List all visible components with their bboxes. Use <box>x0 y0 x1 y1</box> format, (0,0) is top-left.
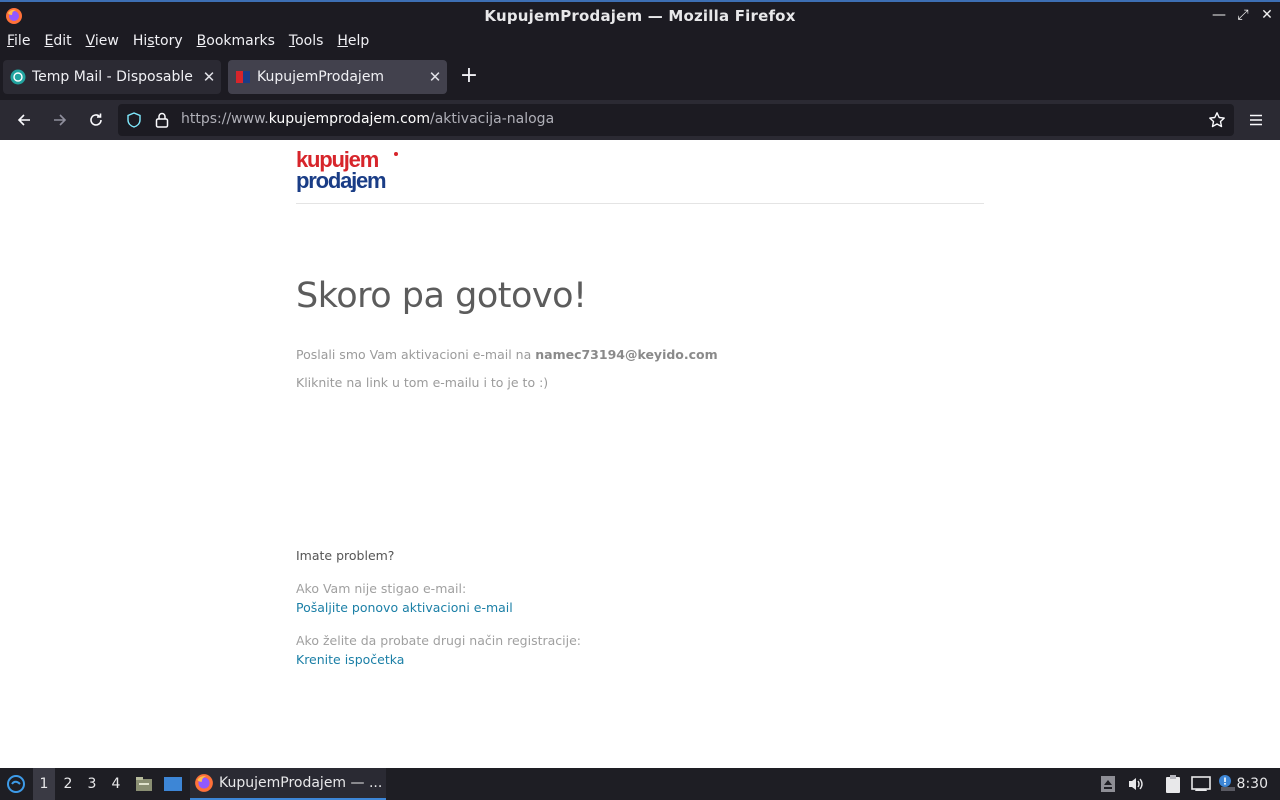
logo-line2: prodajem <box>296 168 386 192</box>
window-titlebar: KupujemProdajem — Mozilla Firefox — ⤢ ✕ <box>0 0 1280 30</box>
reload-icon[interactable] <box>84 108 108 132</box>
lock-icon[interactable] <box>154 111 170 129</box>
clipboard-icon[interactable] <box>1162 768 1184 800</box>
tab-close-icon[interactable]: ✕ <box>423 68 447 86</box>
menu-edit-label: dit <box>53 33 72 49</box>
menu-bar: File Edit View History Bookmarks Tools H… <box>0 30 1280 54</box>
menu-help-mnemonic: H <box>337 33 348 49</box>
menu-help[interactable]: Help <box>337 30 369 54</box>
menu-view[interactable]: View <box>86 30 119 54</box>
click-message: Kliknite na link u tom e-mailu i to je t… <box>296 375 549 390</box>
menu-history[interactable]: History <box>133 30 183 54</box>
taskbar: 1 2 3 4 KupujemProdajem — ... 8:30 <box>0 768 1280 800</box>
bookmark-star-icon[interactable] <box>1208 111 1226 129</box>
menu-file-label: ile <box>14 33 31 49</box>
url-text[interactable]: https://www.kupujemprodajem.com/aktivaci… <box>181 111 554 127</box>
firefox-icon <box>195 774 213 792</box>
menu-tools-label: ools <box>295 33 324 49</box>
email-address: namec73194@keyido.com <box>535 347 718 362</box>
taskbar-firefox-task[interactable]: KupujemProdajem — ... <box>190 768 386 800</box>
workspace-2[interactable]: 2 <box>57 768 79 800</box>
forward-icon[interactable] <box>48 108 72 132</box>
menu-bookmarks-mnemonic: B <box>196 33 207 49</box>
notification-icon[interactable] <box>1216 768 1238 800</box>
resend-hint: Ako Vam nije stigao e-mail: <box>296 581 467 596</box>
workspace-3[interactable]: 3 <box>81 768 103 800</box>
restart-registration-link[interactable]: Krenite ispočetka <box>296 652 404 667</box>
back-icon[interactable] <box>12 108 36 132</box>
hamburger-menu-icon[interactable] <box>1244 108 1268 132</box>
minimize-icon[interactable]: — <box>1212 7 1226 23</box>
restore-icon[interactable]: ⤢ <box>1236 7 1250 23</box>
tab-tempmail[interactable]: Temp Mail - Disposable T ✕ <box>3 60 221 94</box>
tab-kupujemprodajem[interactable]: KupujemProdajem ✕ <box>228 60 447 94</box>
menu-history-label: History <box>132 33 183 49</box>
show-desktop-icon[interactable] <box>162 768 184 800</box>
taskbar-clock: 8:30 <box>1236 776 1268 792</box>
restart-hint: Ako želite da probate drugi način regist… <box>296 633 581 648</box>
kp-icon <box>236 71 250 83</box>
eject-icon[interactable] <box>1098 768 1118 800</box>
tab-kupujemprodajem-label: KupujemProdajem <box>257 69 385 85</box>
workspace-1[interactable]: 1 <box>33 768 55 800</box>
window-title: KupujemProdajem — Mozilla Firefox <box>484 7 796 25</box>
tempmail-icon <box>10 69 26 85</box>
navigation-bar: https://www.kupujemprodajem.com/aktivaci… <box>0 100 1280 140</box>
header-divider <box>296 203 984 204</box>
menu-view-label: iew <box>94 33 119 49</box>
url-host: kupujemprodajem.com <box>268 111 431 127</box>
page-content: kupujem prodajem Skoro pa gotovo! Poslal… <box>0 140 1280 768</box>
page-heading: Skoro pa gotovo! <box>296 276 587 316</box>
start-menu-icon[interactable] <box>4 768 28 800</box>
problem-title: Imate problem? <box>296 548 395 563</box>
url-path: /aktivacija-naloga <box>430 111 555 127</box>
sent-text: Poslali smo Vam aktivacioni e-mail na <box>296 347 532 362</box>
tab-close-icon[interactable]: ✕ <box>197 68 221 86</box>
taskbar-task-label: KupujemProdajem — ... <box>219 775 383 791</box>
volume-icon[interactable] <box>1126 768 1146 800</box>
menu-edit[interactable]: Edit <box>44 30 71 54</box>
new-tab-icon[interactable]: + <box>458 65 480 88</box>
menu-help-label: elp <box>347 33 370 49</box>
workspace-4[interactable]: 4 <box>105 768 127 800</box>
tab-bar: Temp Mail - Disposable T ✕ KupujemProdaj… <box>0 54 1280 100</box>
menu-view-mnemonic: V <box>85 33 95 49</box>
menu-history-mnemonic: s <box>147 33 155 49</box>
tab-tempmail-label: Temp Mail - Disposable T <box>32 69 197 85</box>
url-prefix: https://www. <box>181 111 269 127</box>
close-icon[interactable]: ✕ <box>1260 7 1274 23</box>
menu-file[interactable]: File <box>7 30 30 54</box>
menu-bookmarks[interactable]: Bookmarks <box>197 30 275 54</box>
kupujemprodajem-logo[interactable]: kupujem prodajem <box>296 148 402 192</box>
tracking-shield-icon[interactable] <box>126 112 142 128</box>
menu-tools[interactable]: Tools <box>289 30 324 54</box>
address-bar[interactable]: https://www.kupujemprodajem.com/aktivaci… <box>118 104 1234 136</box>
resend-activation-link[interactable]: Pošaljite ponovo aktivacioni e-mail <box>296 600 513 615</box>
menu-bookmarks-label: ookmarks <box>206 33 275 49</box>
file-manager-icon[interactable] <box>134 768 154 800</box>
menu-file-mnemonic: F <box>7 33 15 49</box>
sent-message: Poslali smo Vam aktivacioni e-mail na na… <box>296 347 718 362</box>
menu-edit-mnemonic: E <box>44 33 54 49</box>
network-icon[interactable] <box>1190 768 1212 800</box>
